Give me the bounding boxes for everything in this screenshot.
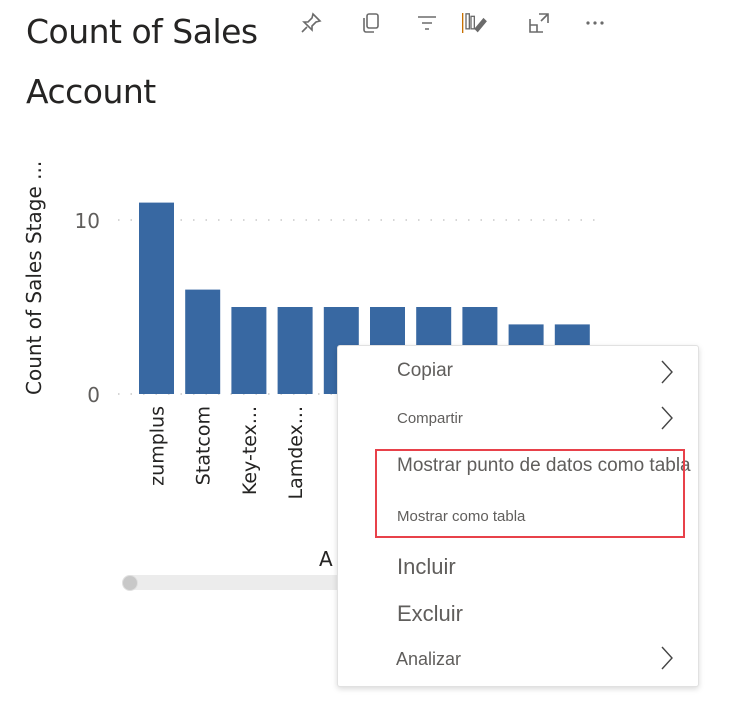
x-tick-label: Lamdex... [285,406,307,500]
y-tick-label: 10 [75,209,100,233]
chevron-right-icon [660,406,674,430]
bar[interactable] [185,289,221,394]
y-tick-label: 0 [87,383,100,407]
menu-item-copiar[interactable]: Copiar [397,360,453,382]
menu-item-label: Incluir [397,554,456,579]
menu-item-compartir[interactable]: Compartir [397,410,463,427]
menu-item-label: Analizar [396,649,462,669]
menu-item-excluir[interactable]: Excluir [397,601,463,627]
x-tick-label: Key-tex... [239,406,261,495]
menu-item-incluir[interactable]: Incluir [397,554,456,580]
bar[interactable] [277,307,313,394]
horizontal-scrollbar[interactable] [122,575,352,590]
x-tick-label: Statcom [193,406,215,485]
bar[interactable] [231,307,267,394]
x-axis-title: A [319,547,333,571]
highlight-box [375,449,685,538]
menu-item-label: Excluir [397,601,464,626]
menu-item-label: Compartir [397,410,463,427]
scrollbar-thumb[interactable] [122,575,138,591]
chevron-right-icon [660,360,674,384]
menu-item-analizar[interactable]: Analizar [396,649,461,670]
x-tick-label: zumplus [147,406,169,486]
bar[interactable] [139,202,174,394]
chevron-right-icon [660,646,674,670]
menu-item-label: Copiar [397,360,453,381]
